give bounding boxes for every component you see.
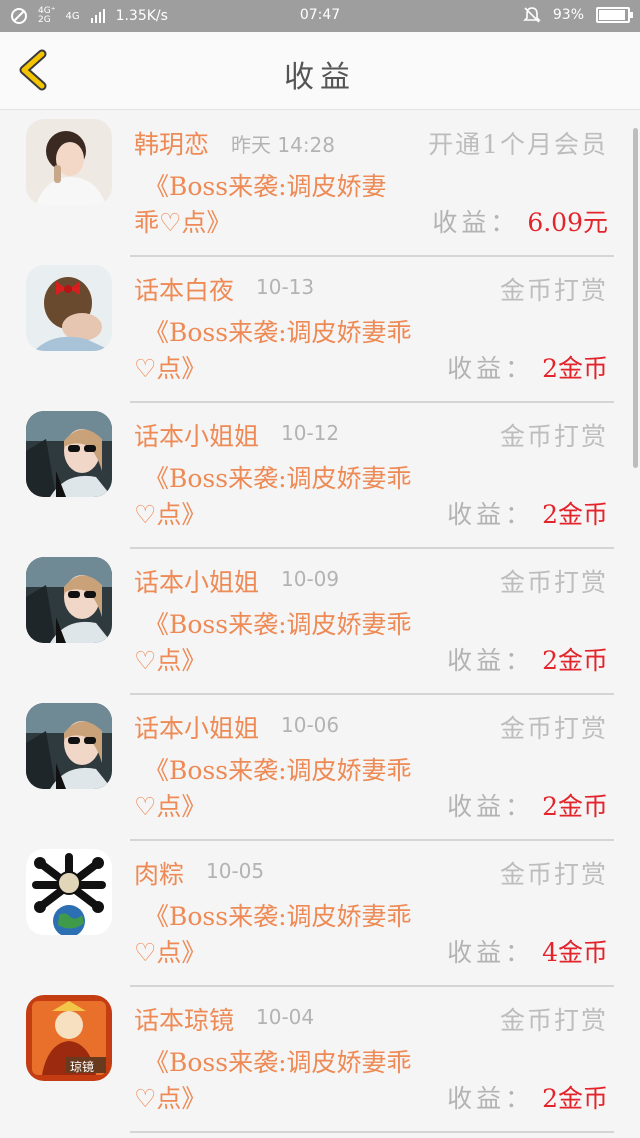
bell-muted-icon (522, 7, 541, 23)
earning-amount: 收益： 6.09元 (432, 203, 608, 239)
earning-label: 收益： (447, 354, 535, 383)
book-title-line-2: ♡点》 (134, 938, 207, 967)
book-title-line-1: 《Boss来袭:调皮娇妻乖 (144, 902, 412, 931)
sender-name: 话本小姐姐 (134, 714, 260, 743)
transaction-type: 开通1个月会员 (428, 130, 608, 159)
item-date: 10-05 (206, 859, 265, 883)
woman-red-bow-avatar[interactable] (26, 265, 112, 351)
avatar-caption: 琼镜 (70, 1060, 95, 1074)
earning-value: 2金币 (542, 646, 608, 675)
earning-list-item[interactable]: 话本小姐姐 10-06 金币打赏《Boss来袭:调皮娇妻乖 ♡点》 收益： 2金币 (0, 695, 640, 841)
earning-value: 2金币 (542, 354, 608, 383)
earning-label: 收益： (447, 792, 535, 821)
earning-amount: 收益： 2金币 (447, 495, 608, 531)
book-title-line-1: 《Boss来袭:调皮娇妻乖 (144, 756, 412, 785)
transaction-type: 金币打赏 (499, 860, 608, 889)
status-right: 93% (522, 6, 633, 24)
orange-poster-avatar[interactable]: 琼镜 (26, 995, 112, 1081)
earning-list-item[interactable]: 话本小姐姐 10-09 金币打赏《Boss来袭:调皮娇妻乖 ♡点》 收益： 2金币 (0, 549, 640, 695)
battery-level-fill (599, 10, 625, 20)
transaction-type: 金币打赏 (499, 1006, 608, 1035)
book-title-line-1: 《Boss来袭:调皮娇妻乖 (144, 1048, 412, 1077)
woman-portrait-avatar[interactable] (26, 119, 112, 205)
earning-value: 6.09元 (527, 208, 608, 237)
item-date: 10-13 (256, 275, 315, 299)
woman-sunglasses-avatar[interactable] (26, 411, 112, 497)
woman-sunglasses-avatar[interactable] (26, 557, 112, 643)
book-title-line-2: 乖♡点》 (134, 208, 232, 237)
transaction-type: 金币打赏 (499, 276, 608, 305)
sender-name: 话本小姐姐 (134, 422, 260, 451)
battery-percent: 93% (552, 7, 584, 23)
earning-amount: 收益： 2金币 (447, 1079, 608, 1115)
transaction-type: 金币打赏 (499, 714, 608, 743)
earning-value: 2金币 (542, 500, 608, 529)
book-title-line-2: ♡点》 (134, 792, 207, 821)
earning-amount: 收益： 4金币 (447, 933, 608, 969)
sender-name: 话本琼镜 (134, 1006, 235, 1035)
earning-list-item[interactable]: 话本白夜 10-13 金币打赏《Boss来袭:调皮娇妻乖 ♡点》 收益： 2金币 (0, 257, 640, 403)
row-divider (130, 1131, 614, 1133)
item-date: 10-12 (281, 421, 340, 445)
item-date: 10-09 (281, 567, 340, 591)
book-title-line-1: 《Boss来袭:调皮娇妻乖 (144, 464, 412, 493)
page-title: 收益 (284, 60, 356, 95)
transaction-type: 金币打赏 (499, 568, 608, 597)
earning-amount: 收益： 2金币 (447, 641, 608, 677)
earning-value: 2金币 (542, 1084, 608, 1113)
sender-name: 话本白夜 (134, 276, 235, 305)
earning-label: 收益： (447, 646, 535, 675)
sender-name: 韩玥恋 (134, 130, 210, 159)
page-header: 收益 (0, 32, 640, 110)
book-title-line-1: 《Boss来袭:调皮娇妻 (144, 172, 387, 201)
book-title-line-2: ♡点》 (134, 354, 207, 383)
status-bar: 4G⁺ 2G 4G 1.35K/s 07:47 93% (0, 0, 640, 32)
earning-list-item[interactable]: 琼镜 话本琼镜 10-04 金币打赏《Boss来袭:调皮娇妻乖 ♡点》 收益： 2金币 (0, 987, 640, 1133)
sender-name: 肉粽 (134, 860, 185, 889)
crossbones-globe-avatar[interactable] (26, 849, 112, 935)
earning-label: 收益： (447, 938, 535, 967)
woman-sunglasses-avatar[interactable] (26, 703, 112, 789)
earning-value: 2金币 (542, 792, 608, 821)
earnings-list: 韩玥恋 昨天 14:28 开通1个月会员 《Boss来袭:调皮娇妻 乖♡点》 收益： 6.0… (0, 111, 640, 1133)
item-date: 10-06 (281, 713, 340, 737)
earning-label: 收益： (447, 500, 535, 529)
earning-amount: 收益： 2金币 (447, 787, 608, 823)
book-title-line-1: 《Boss来袭:调皮娇妻乖 (144, 610, 412, 639)
item-date: 10-04 (256, 1005, 315, 1029)
sender-name: 话本小姐姐 (134, 568, 260, 597)
earning-amount: 收益： 2金币 (447, 349, 608, 385)
earning-list-item[interactable]: 肉粽 10-05 金币打赏《Boss来袭:调皮娇妻乖 ♡点》 收益： 4金币 (0, 841, 640, 987)
book-title-line-2: ♡点》 (134, 646, 207, 675)
earning-list-item[interactable]: 话本小姐姐 10-12 金币打赏《Boss来袭:调皮娇妻乖 ♡点》 收益： 2金币 (0, 403, 640, 549)
book-title-line-1: 《Boss来袭:调皮娇妻乖 (144, 318, 412, 347)
earning-list-item[interactable]: 韩玥恋 昨天 14:28 开通1个月会员《Boss来袭:调皮娇妻乖♡点》 收益： 6.0… (0, 111, 640, 257)
book-title-line-2: ♡点》 (134, 1084, 207, 1113)
scrollbar[interactable] (633, 128, 638, 468)
earning-label: 收益： (447, 1084, 535, 1113)
item-date: 昨天 14:28 (231, 133, 336, 157)
earning-value: 4金币 (542, 938, 608, 967)
transaction-type: 金币打赏 (499, 422, 608, 451)
earning-label: 收益： (432, 208, 520, 237)
battery-icon (596, 7, 633, 23)
book-title-line-2: ♡点》 (134, 500, 207, 529)
